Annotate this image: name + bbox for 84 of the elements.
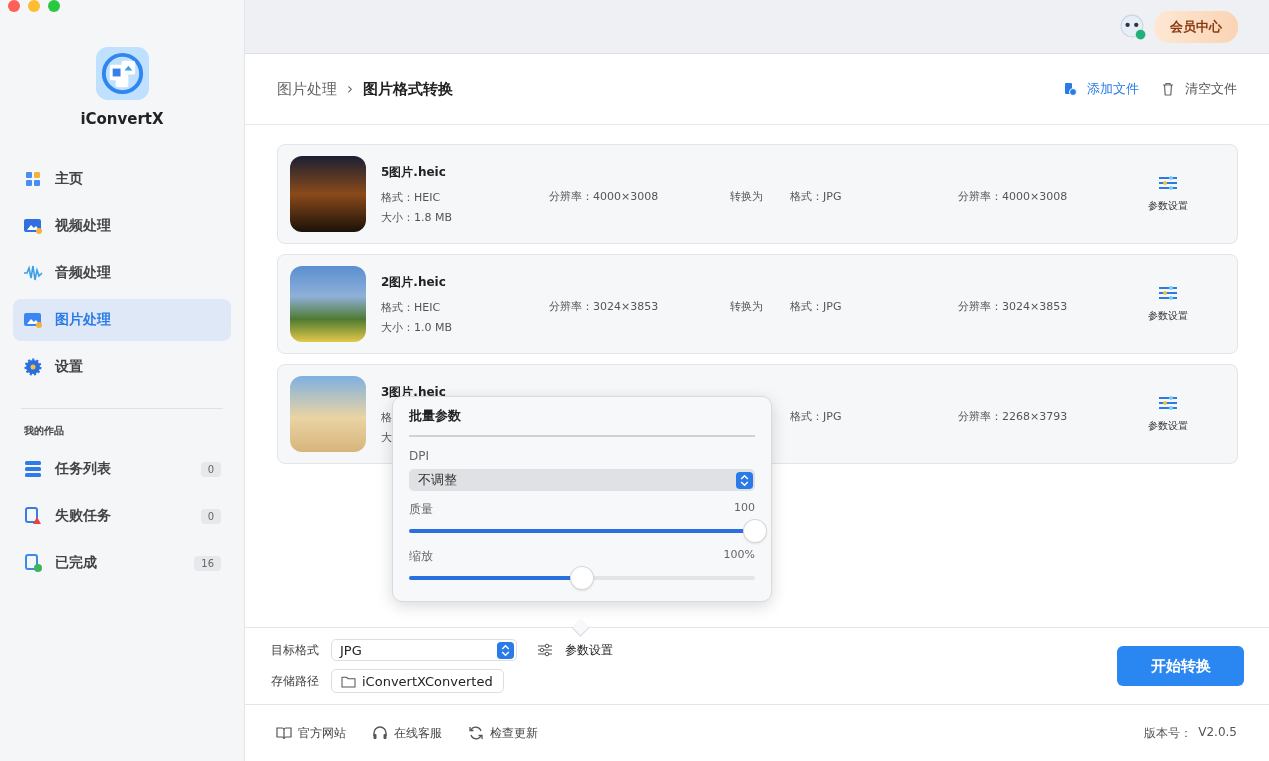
file-size: 大 bbox=[381, 429, 392, 445]
stepper-icon bbox=[736, 471, 753, 489]
slider-label: 质量 bbox=[409, 501, 433, 518]
dpi-dropdown[interactable]: 不调整 bbox=[409, 469, 755, 491]
minimize-window-button[interactable] bbox=[28, 0, 40, 12]
version-number: V2.0.5 bbox=[1198, 724, 1237, 741]
sliders-icon bbox=[537, 643, 553, 657]
video-icon bbox=[23, 216, 43, 236]
count-badge: 0 bbox=[200, 461, 221, 477]
save-path-field[interactable]: iConvertXConverted bbox=[331, 669, 504, 693]
sidebar-item[interactable]: 失败任务 0 bbox=[13, 495, 231, 537]
sidebar-item[interactable]: 音频处理 bbox=[13, 252, 231, 294]
parameter-settings-button[interactable]: 参数设置 bbox=[529, 641, 613, 659]
section-title: 我的作品 bbox=[24, 424, 65, 438]
slider-thumb[interactable] bbox=[744, 520, 766, 542]
source-resolution: 分辨率：4000×3008 bbox=[549, 189, 659, 203]
sliders-icon bbox=[1158, 395, 1178, 411]
slider-reading: 100 bbox=[734, 501, 755, 516]
file-size: 大小：1.8 MB bbox=[381, 209, 453, 225]
picture-icon bbox=[23, 310, 43, 330]
target-format: 格式：JPG bbox=[790, 299, 842, 313]
sound-wave-icon bbox=[23, 263, 43, 283]
member-center-button[interactable]: 会员中心 bbox=[1154, 10, 1238, 43]
slider-label: 缩放 bbox=[409, 548, 433, 565]
target-format-dropdown[interactable]: JPG bbox=[331, 639, 517, 661]
slider-thumb[interactable] bbox=[571, 567, 593, 589]
trash-icon bbox=[1161, 82, 1175, 96]
app-logo-icon bbox=[95, 47, 149, 100]
source-format: 格 bbox=[381, 409, 392, 425]
check-file-icon bbox=[23, 553, 43, 573]
target-format: 格式：JPG bbox=[790, 409, 842, 423]
breadcrumb-link[interactable]: 图片处理 bbox=[277, 79, 337, 99]
add-file-button[interactable]: 添加文件 bbox=[1063, 80, 1139, 98]
headset-icon bbox=[372, 725, 388, 741]
count-badge: 16 bbox=[194, 555, 221, 571]
parameter-settings-button[interactable]: 参数设置 bbox=[1148, 175, 1188, 213]
app-name: iConvertX bbox=[80, 110, 164, 128]
page-title: 图片格式转换 bbox=[363, 79, 453, 99]
popover-title: 批量参数 bbox=[409, 407, 462, 425]
target-resolution: 分辨率：2268×3793 bbox=[958, 409, 1068, 423]
list-icon bbox=[23, 459, 43, 479]
zoom-window-button[interactable] bbox=[48, 0, 60, 12]
footer-link[interactable]: 检查更新 bbox=[468, 724, 538, 742]
save-path-label: 存储路径 bbox=[271, 672, 319, 690]
sidebar-item[interactable]: 任务列表 0 bbox=[13, 448, 231, 490]
warning-file-icon bbox=[23, 506, 43, 526]
clear-files-button[interactable]: 清空文件 bbox=[1161, 80, 1237, 98]
start-conversion-button[interactable]: 开始转换 bbox=[1117, 646, 1244, 686]
sidebar-item[interactable]: 视频处理 bbox=[13, 205, 231, 247]
dpi-label: DPI bbox=[409, 449, 430, 463]
stepper-icon bbox=[497, 641, 514, 659]
target-format-label: 目标格式 bbox=[271, 641, 319, 659]
footer-link[interactable]: 在线客服 bbox=[372, 724, 442, 742]
file-size: 大小：1.0 MB bbox=[381, 319, 453, 335]
add-file-icon bbox=[1063, 82, 1077, 96]
target-resolution: 分辨率：3024×3853 bbox=[958, 299, 1068, 313]
parameter-settings-button[interactable]: 参数设置 bbox=[1148, 285, 1188, 323]
file-name: 2图片.heic bbox=[381, 273, 446, 291]
close-window-button[interactable] bbox=[8, 0, 20, 12]
convert-to-label: 转换为 bbox=[730, 299, 763, 313]
source-format: 格式：HEIC bbox=[381, 189, 441, 205]
folder-icon bbox=[341, 674, 356, 688]
sidebar-item[interactable]: 已完成 16 bbox=[13, 542, 231, 584]
count-badge: 0 bbox=[200, 508, 221, 524]
source-resolution: 分辨率：3024×3853 bbox=[549, 299, 659, 313]
settings-icon bbox=[23, 357, 43, 377]
parameter-settings-button[interactable]: 参数设置 bbox=[1148, 395, 1188, 433]
source-format: 格式：HEIC bbox=[381, 299, 441, 315]
sliders-icon bbox=[1158, 175, 1178, 191]
sidebar-item[interactable]: 主页 bbox=[13, 158, 231, 200]
breadcrumb-separator: › bbox=[347, 80, 353, 98]
slider-reading: 100% bbox=[723, 548, 755, 563]
sidebar-item[interactable]: 设置 bbox=[13, 346, 231, 388]
version-label: 版本号： bbox=[1144, 724, 1193, 742]
grid-icon bbox=[23, 169, 43, 189]
target-resolution: 分辨率：4000×3008 bbox=[958, 189, 1068, 203]
avatar-icon[interactable] bbox=[1120, 13, 1146, 40]
file-name: 5图片.heic bbox=[381, 163, 446, 181]
footer-link[interactable]: 官方网站 bbox=[276, 724, 346, 742]
book-icon bbox=[276, 725, 292, 741]
refresh-icon bbox=[468, 725, 484, 741]
sliders-icon bbox=[1158, 285, 1178, 301]
target-format: 格式：JPG bbox=[790, 189, 842, 203]
convert-to-label: 转换为 bbox=[730, 189, 763, 203]
